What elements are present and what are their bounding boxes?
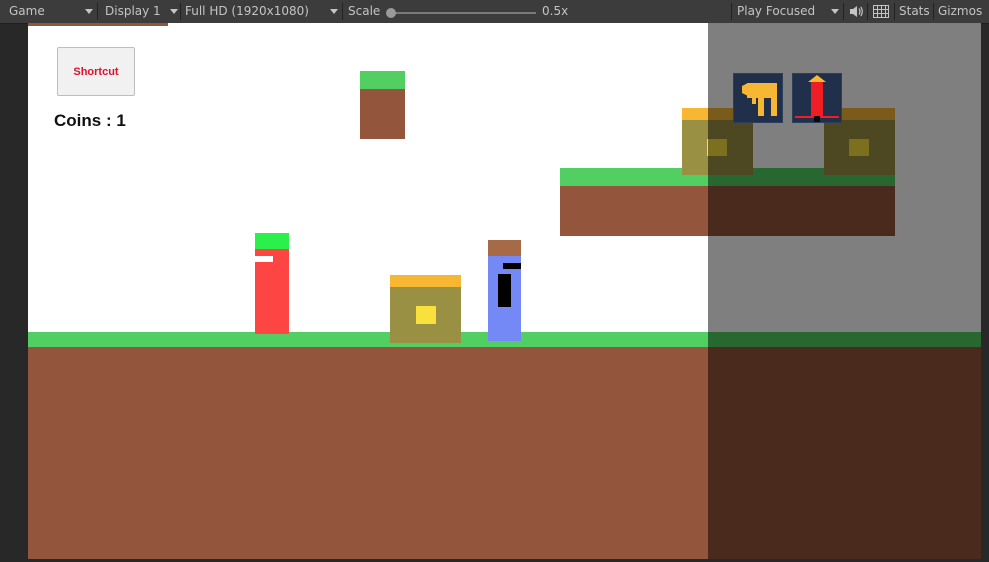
npc-eye (503, 263, 521, 269)
speaker-icon[interactable] (849, 5, 863, 18)
npc-mouth (498, 274, 511, 307)
toolbar-divider (180, 3, 181, 20)
chevron-down-icon (85, 9, 93, 14)
play-mode-label: Play Focused (737, 4, 816, 18)
toolbar-divider (933, 3, 934, 20)
toolbar-divider (843, 3, 844, 20)
player-head (255, 233, 289, 249)
toolbar-divider (731, 3, 732, 20)
dash-ability-button[interactable] (733, 73, 783, 123)
resolution-dropdown[interactable]: Full HD (1920x1080) (185, 0, 338, 23)
game-view-toolbar: Game Display 1 Full HD (1920x1080) Scale… (0, 0, 989, 24)
coins-counter: Coins : 1 (54, 111, 126, 130)
toolbar-divider (97, 3, 98, 20)
stats-toggle[interactable]: Stats (899, 0, 930, 23)
game-tab-label: Game (9, 4, 45, 18)
chevron-down-icon (170, 9, 178, 14)
resolution-dropdown-label: Full HD (1920x1080) (185, 4, 309, 18)
game-viewport[interactable]: Shortcut Coins : 1 (28, 23, 981, 559)
display-dropdown-label: Display 1 (105, 4, 161, 18)
toolbar-divider (342, 3, 343, 20)
game-tab[interactable]: Game (9, 0, 95, 23)
floating-tile-grass (360, 71, 405, 89)
player-eye (255, 256, 273, 262)
chest-lock (416, 306, 436, 324)
npc-head (488, 240, 521, 256)
jump-ability-icon (795, 75, 839, 122)
treasure-chest (390, 275, 461, 343)
display-dropdown[interactable]: Display 1 (105, 0, 178, 23)
toolbar-divider (867, 3, 868, 20)
chevron-down-icon (831, 9, 839, 14)
scale-slider-track[interactable] (390, 12, 536, 14)
toolbar-divider (894, 3, 895, 20)
offscreen-tile-sliver (28, 23, 168, 26)
scale-label: Scale (348, 4, 381, 18)
chest-lid (390, 275, 461, 287)
player-character-red (255, 233, 289, 334)
shortcut-button[interactable]: Shortcut (57, 47, 135, 96)
play-mode-dropdown[interactable]: Play Focused (737, 0, 839, 23)
npc-character-blue (488, 240, 521, 341)
gizmos-toggle[interactable]: Gizmos (938, 0, 982, 23)
dash-ability-icon (742, 83, 777, 116)
floating-tile-dirt (360, 89, 405, 139)
scale-slider-handle[interactable] (386, 8, 396, 18)
grid-icon[interactable] (873, 5, 889, 18)
chevron-down-icon (330, 9, 338, 14)
scale-value: 0.5x (542, 4, 569, 18)
jump-ability-button[interactable] (792, 73, 842, 123)
